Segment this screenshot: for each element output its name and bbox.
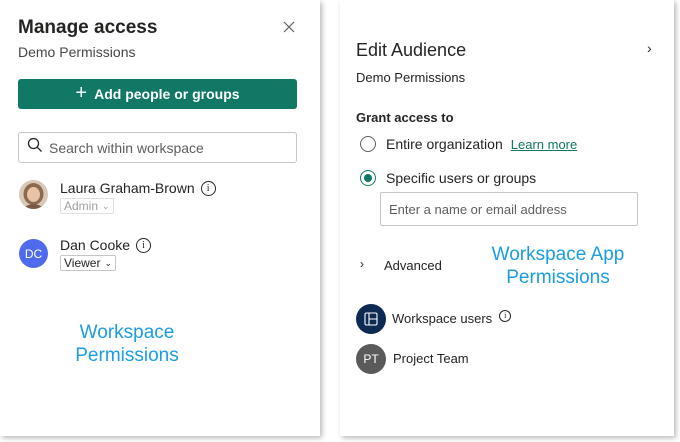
person-name: Laura Graham-Brown bbox=[60, 180, 195, 196]
chevron-right-icon[interactable]: › bbox=[360, 257, 364, 271]
search-input[interactable] bbox=[49, 139, 279, 156]
avatar-project-team: PT bbox=[356, 344, 386, 374]
chevron-right-icon[interactable]: › bbox=[647, 40, 652, 56]
panel-title: Edit Audience bbox=[356, 40, 467, 60]
option-entire-organization[interactable]: Entire organization Learn more bbox=[360, 136, 577, 152]
audience-item-project-team: Project Team bbox=[393, 351, 469, 366]
role-dropdown[interactable]: Viewer ⌄ bbox=[60, 255, 117, 271]
role-dropdown: Admin ⌄ bbox=[60, 198, 114, 214]
role-value: Viewer bbox=[64, 256, 101, 270]
person-name: Dan Cooke bbox=[60, 237, 131, 253]
chevron-down-icon: ⌄ bbox=[104, 257, 113, 268]
edit-audience-panel: Edit Audience › Demo Permissions Grant a… bbox=[340, 0, 674, 436]
search-box[interactable] bbox=[18, 132, 297, 163]
learn-more-link[interactable]: Learn more bbox=[511, 137, 577, 152]
audience-label: Workspace users bbox=[392, 311, 493, 326]
radio-entire-organization[interactable] bbox=[360, 136, 376, 152]
name-email-input[interactable] bbox=[380, 192, 638, 226]
add-people-label: Add people or groups bbox=[94, 86, 240, 102]
info-icon[interactable]: i bbox=[136, 237, 152, 253]
radio-specific-users[interactable] bbox=[360, 170, 376, 186]
avatar-dan-cooke: DC bbox=[19, 239, 48, 268]
grant-access-heading: Grant access to bbox=[356, 110, 454, 125]
role-value: Admin bbox=[64, 199, 99, 213]
plus-icon: + bbox=[75, 82, 88, 104]
option-specific-users[interactable]: Specific users or groups bbox=[360, 170, 536, 186]
advanced-toggle[interactable]: Advanced bbox=[384, 258, 442, 273]
close-icon[interactable] bbox=[280, 18, 298, 36]
panel-title: Manage access bbox=[18, 17, 158, 38]
add-people-button[interactable]: + Add people or groups bbox=[18, 79, 297, 109]
workspace-app-permissions-annotation: Workspace App Permissions bbox=[491, 244, 625, 288]
manage-access-panel: Manage access Demo Permissions + Add peo… bbox=[0, 0, 320, 436]
panel-subtitle: Demo Permissions bbox=[18, 44, 136, 60]
option-label: Specific users or groups bbox=[386, 170, 537, 186]
chevron-down-icon: ⌄ bbox=[102, 200, 110, 211]
panel-subtitle: Demo Permissions bbox=[356, 70, 466, 85]
workspace-icon bbox=[356, 304, 386, 334]
audience-item-workspace-users: Workspace users i bbox=[392, 309, 512, 326]
avatar-laura-graham-brown bbox=[19, 180, 48, 209]
option-label: Entire organization bbox=[386, 136, 503, 152]
info-icon[interactable]: i bbox=[200, 180, 216, 196]
workspace-permissions-annotation: Workspace Permissions bbox=[75, 322, 179, 366]
person-row-1: Laura Graham-Brown i Admin ⌄ bbox=[60, 180, 216, 215]
search-icon bbox=[27, 137, 43, 158]
info-icon[interactable]: i bbox=[499, 309, 512, 322]
person-row-2: Dan Cooke i Viewer ⌄ bbox=[60, 237, 152, 272]
